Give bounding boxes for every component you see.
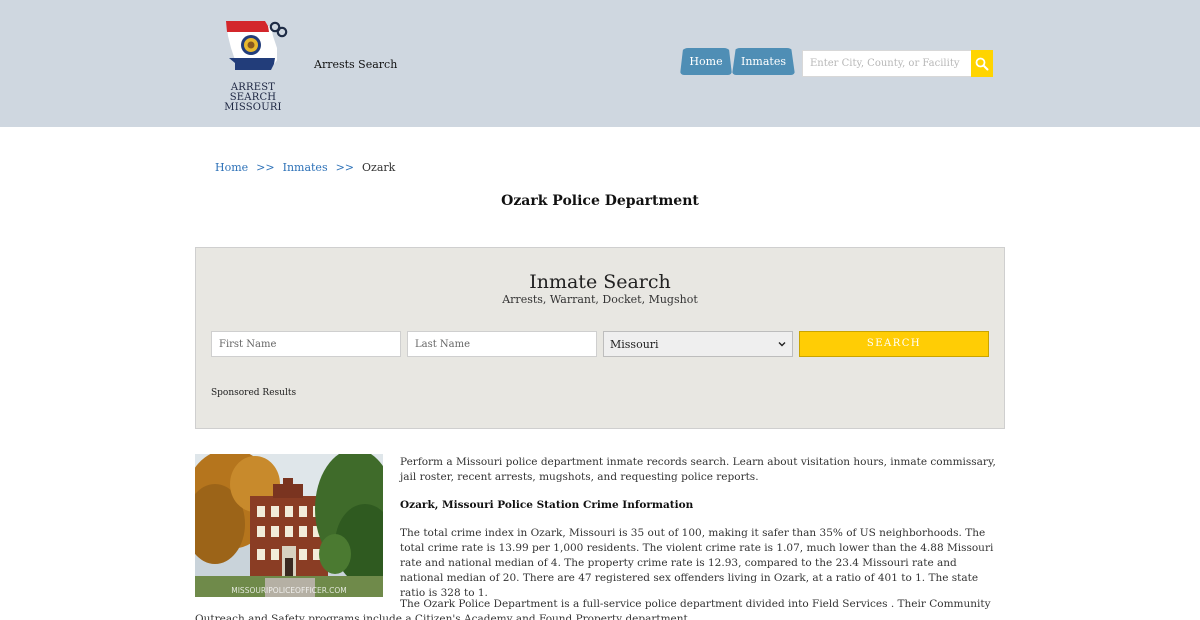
handcuffs-icon (269, 21, 288, 38)
site-name[interactable]: Arrests Search (314, 58, 397, 71)
search-icon (975, 57, 989, 70)
first-name-input[interactable] (211, 331, 401, 357)
missouri-flag-logo (226, 21, 288, 70)
nav-inmates-tab[interactable]: Inmates (732, 48, 795, 75)
crime-info-paragraph: The total crime index in Ozark, Missouri… (400, 527, 994, 599)
state-select[interactable]: Missouri (603, 331, 793, 357)
intro-paragraph: Perform a Missouri police department inm… (400, 456, 996, 483)
breadcrumb-home-link[interactable]: Home (215, 161, 248, 174)
panel-subtitle: Arrests, Warrant, Docket, Mugshot (502, 293, 698, 306)
breadcrumb-separator: >> (335, 161, 355, 174)
sponsored-results-label: Sponsored Results (211, 388, 297, 398)
logo-line2: MISSOURI (224, 102, 282, 113)
police-station-photo: MISSOURIPOLICEOFFICER.COM (195, 454, 383, 597)
location-search-button[interactable] (971, 50, 993, 77)
state-select-value: Missouri (610, 337, 659, 351)
department-content: The Ozark Police Department is a full-se… (195, 597, 1002, 620)
page-content: Perform a Missouri police department inm… (400, 455, 1002, 614)
chevron-down-icon (778, 342, 786, 347)
page-title: Ozark Police Department (501, 193, 699, 209)
nav-home-tab[interactable]: Home (680, 48, 732, 75)
location-search-input[interactable] (802, 50, 972, 77)
logo-text: ARREST SEARCH MISSOURI (213, 83, 293, 113)
breadcrumb-inmates-link[interactable]: Inmates (283, 161, 328, 174)
search-button[interactable]: SEARCH (799, 331, 989, 357)
logo-line1: ARREST SEARCH (229, 82, 277, 103)
department-paragraph: The Ozark Police Department is a full-se… (195, 598, 991, 620)
last-name-input[interactable] (407, 331, 597, 357)
panel-title: Inmate Search (529, 271, 671, 293)
breadcrumb-current: Ozark (362, 161, 396, 174)
inmate-search-panel: Inmate Search Arrests, Warrant, Docket, … (195, 247, 1005, 429)
crime-info-heading: Ozark, Missouri Police Station Crime Inf… (400, 499, 694, 511)
breadcrumb: Home >> Inmates >> Ozark (215, 161, 395, 174)
breadcrumb-separator: >> (256, 161, 275, 174)
site-header: ARREST SEARCH MISSOURI Arrests Search Ho… (0, 0, 1200, 127)
photo-watermark: MISSOURIPOLICEOFFICER.COM (231, 586, 346, 595)
